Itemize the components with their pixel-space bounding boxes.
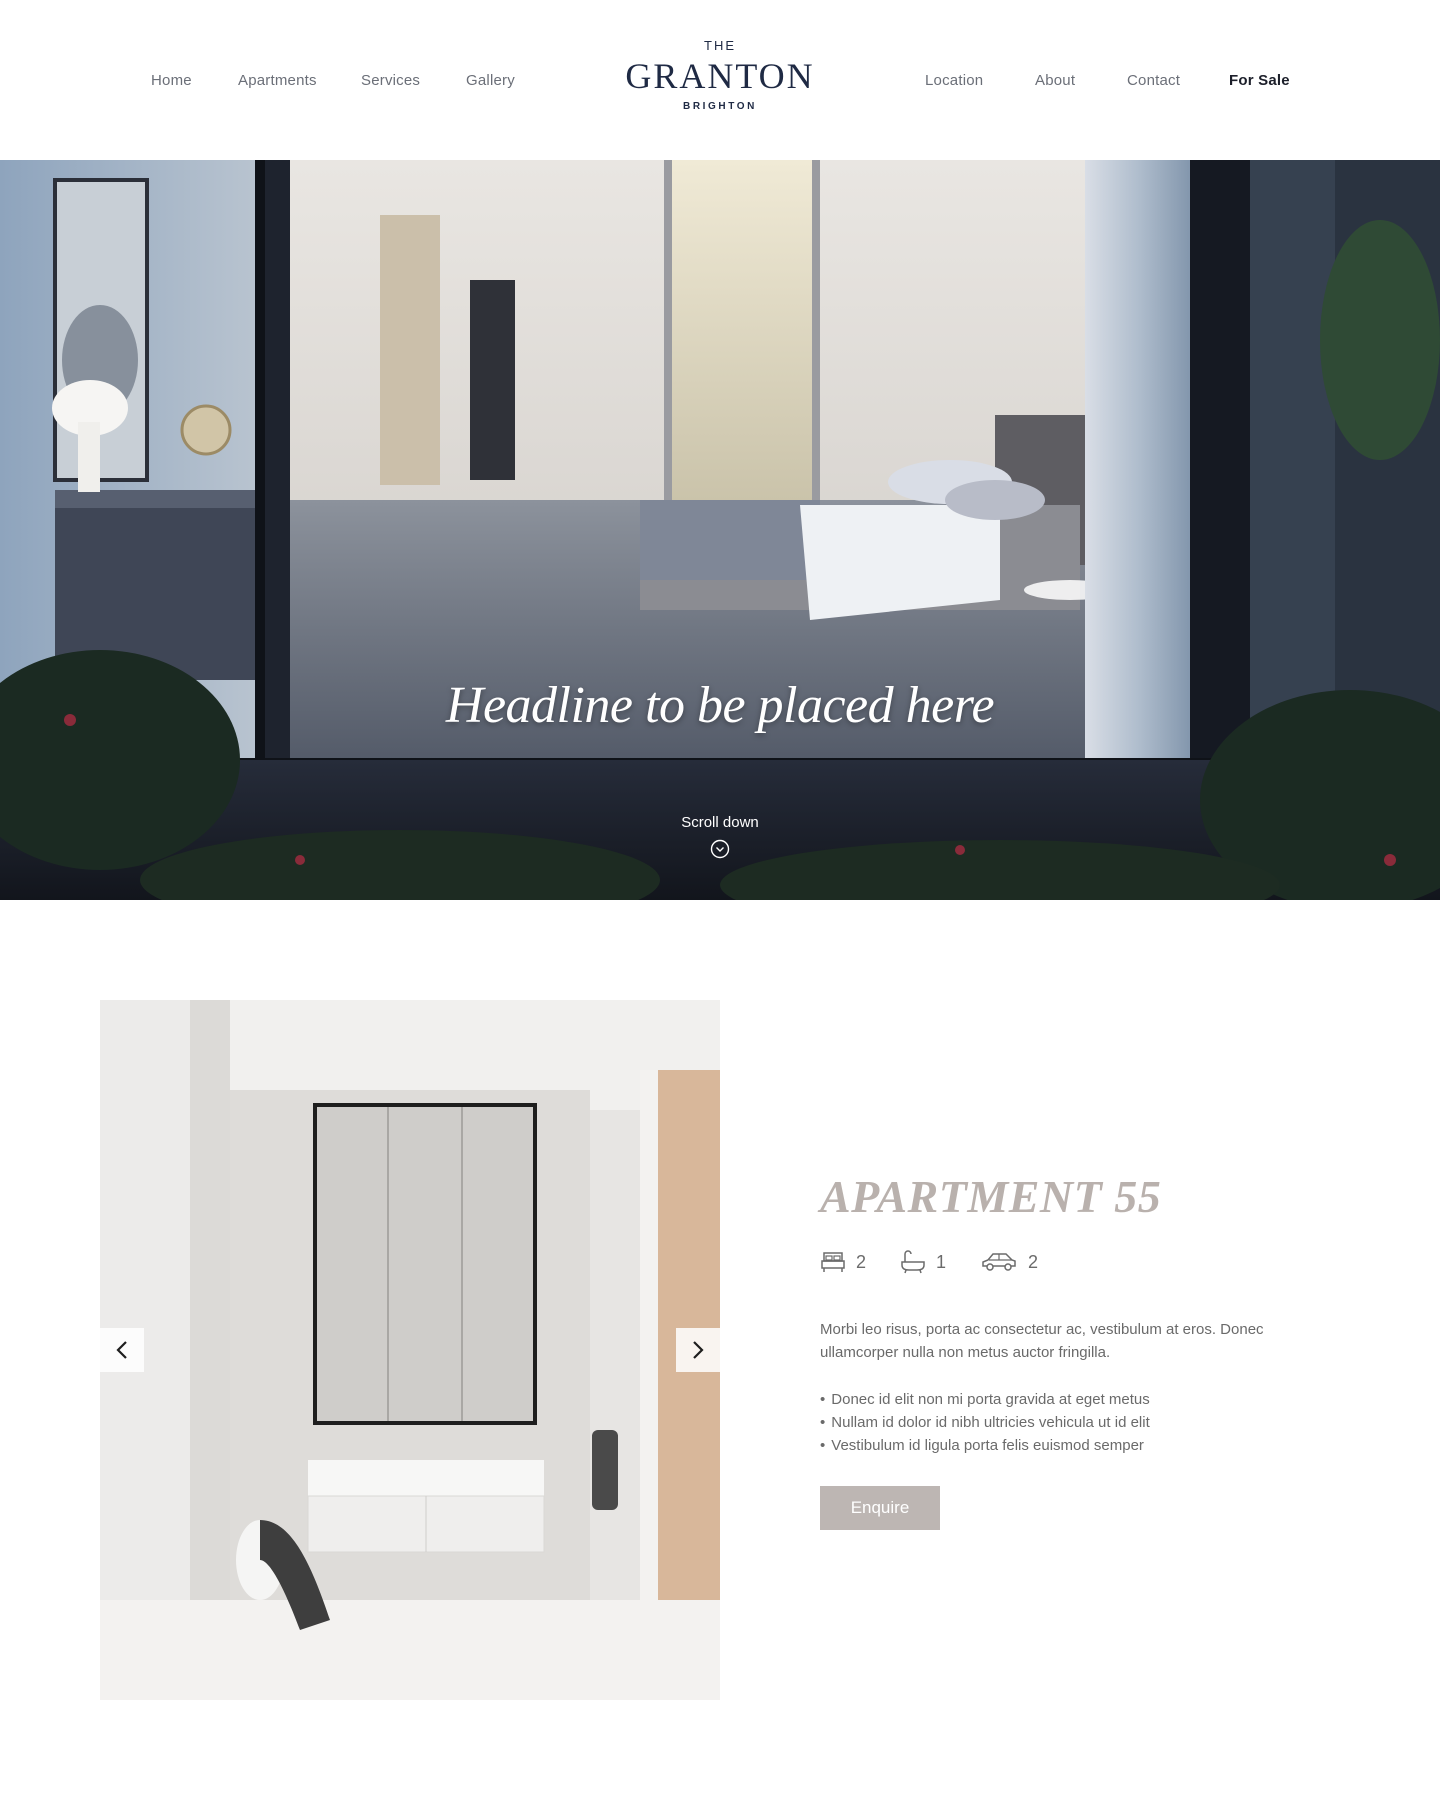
hero-section — [0, 160, 1440, 900]
nav-services[interactable]: Services — [361, 72, 420, 89]
chevron-left-icon — [116, 1341, 127, 1359]
apartment-gallery — [100, 1000, 720, 1700]
gallery-prev-button[interactable] — [100, 1328, 144, 1372]
scroll-down-label: Scroll down — [681, 814, 759, 831]
feature-bedrooms: 2 — [820, 1251, 866, 1273]
nav-contact[interactable]: Contact — [1127, 72, 1180, 89]
feature-bathrooms: 1 — [900, 1250, 946, 1274]
feature-parking-value: 2 — [1028, 1251, 1039, 1272]
scroll-down-link[interactable]: Scroll down — [620, 814, 820, 859]
site-logo[interactable]: THE GRANTON BRIGHTON — [610, 38, 830, 114]
site-header: Home Apartments Services Gallery THE GRA… — [0, 0, 1440, 160]
hero-image — [0, 160, 1440, 900]
nav-gallery[interactable]: Gallery — [466, 72, 515, 89]
gallery-next-button[interactable] — [676, 1328, 720, 1372]
gallery-image — [100, 1000, 720, 1700]
list-item: Nullam id dolor id nibh ultricies vehicu… — [820, 1411, 1290, 1434]
list-item: Vestibulum id ligula porta felis euismod… — [820, 1434, 1290, 1457]
logo-the: THE — [704, 38, 736, 53]
nav-for-sale[interactable]: For Sale — [1229, 72, 1290, 89]
nav-home[interactable]: Home — [151, 72, 192, 89]
nav-location[interactable]: Location — [925, 72, 983, 89]
chevron-down-circle-icon — [710, 839, 730, 859]
bed-icon — [821, 1252, 845, 1272]
logo-name: GRANTON — [625, 56, 815, 96]
apartment-title: APARTMENT 55 — [820, 1171, 1162, 1222]
apartment-bullet-list: Donec id elit non mi porta gravida at eg… — [820, 1388, 1290, 1457]
nav-apartments[interactable]: Apartments — [238, 72, 317, 89]
feature-parking: 2 — [980, 1251, 1038, 1273]
feature-bathrooms-value: 1 — [936, 1251, 947, 1272]
car-icon — [982, 1253, 1016, 1271]
apartment-features: 2 1 2 — [820, 1248, 1072, 1276]
logo-subtitle: BRIGHTON — [683, 101, 757, 112]
bath-icon — [901, 1250, 925, 1274]
feature-bedrooms-value: 2 — [856, 1251, 867, 1272]
chevron-right-icon — [693, 1341, 704, 1359]
enquire-button[interactable]: Enquire — [820, 1486, 940, 1530]
nav-about[interactable]: About — [1035, 72, 1075, 89]
hero-headline: Headline to be placed here — [445, 677, 995, 734]
list-item: Donec id elit non mi porta gravida at eg… — [820, 1388, 1290, 1411]
apartment-description: Morbi leo risus, porta ac consectetur ac… — [820, 1321, 1264, 1361]
